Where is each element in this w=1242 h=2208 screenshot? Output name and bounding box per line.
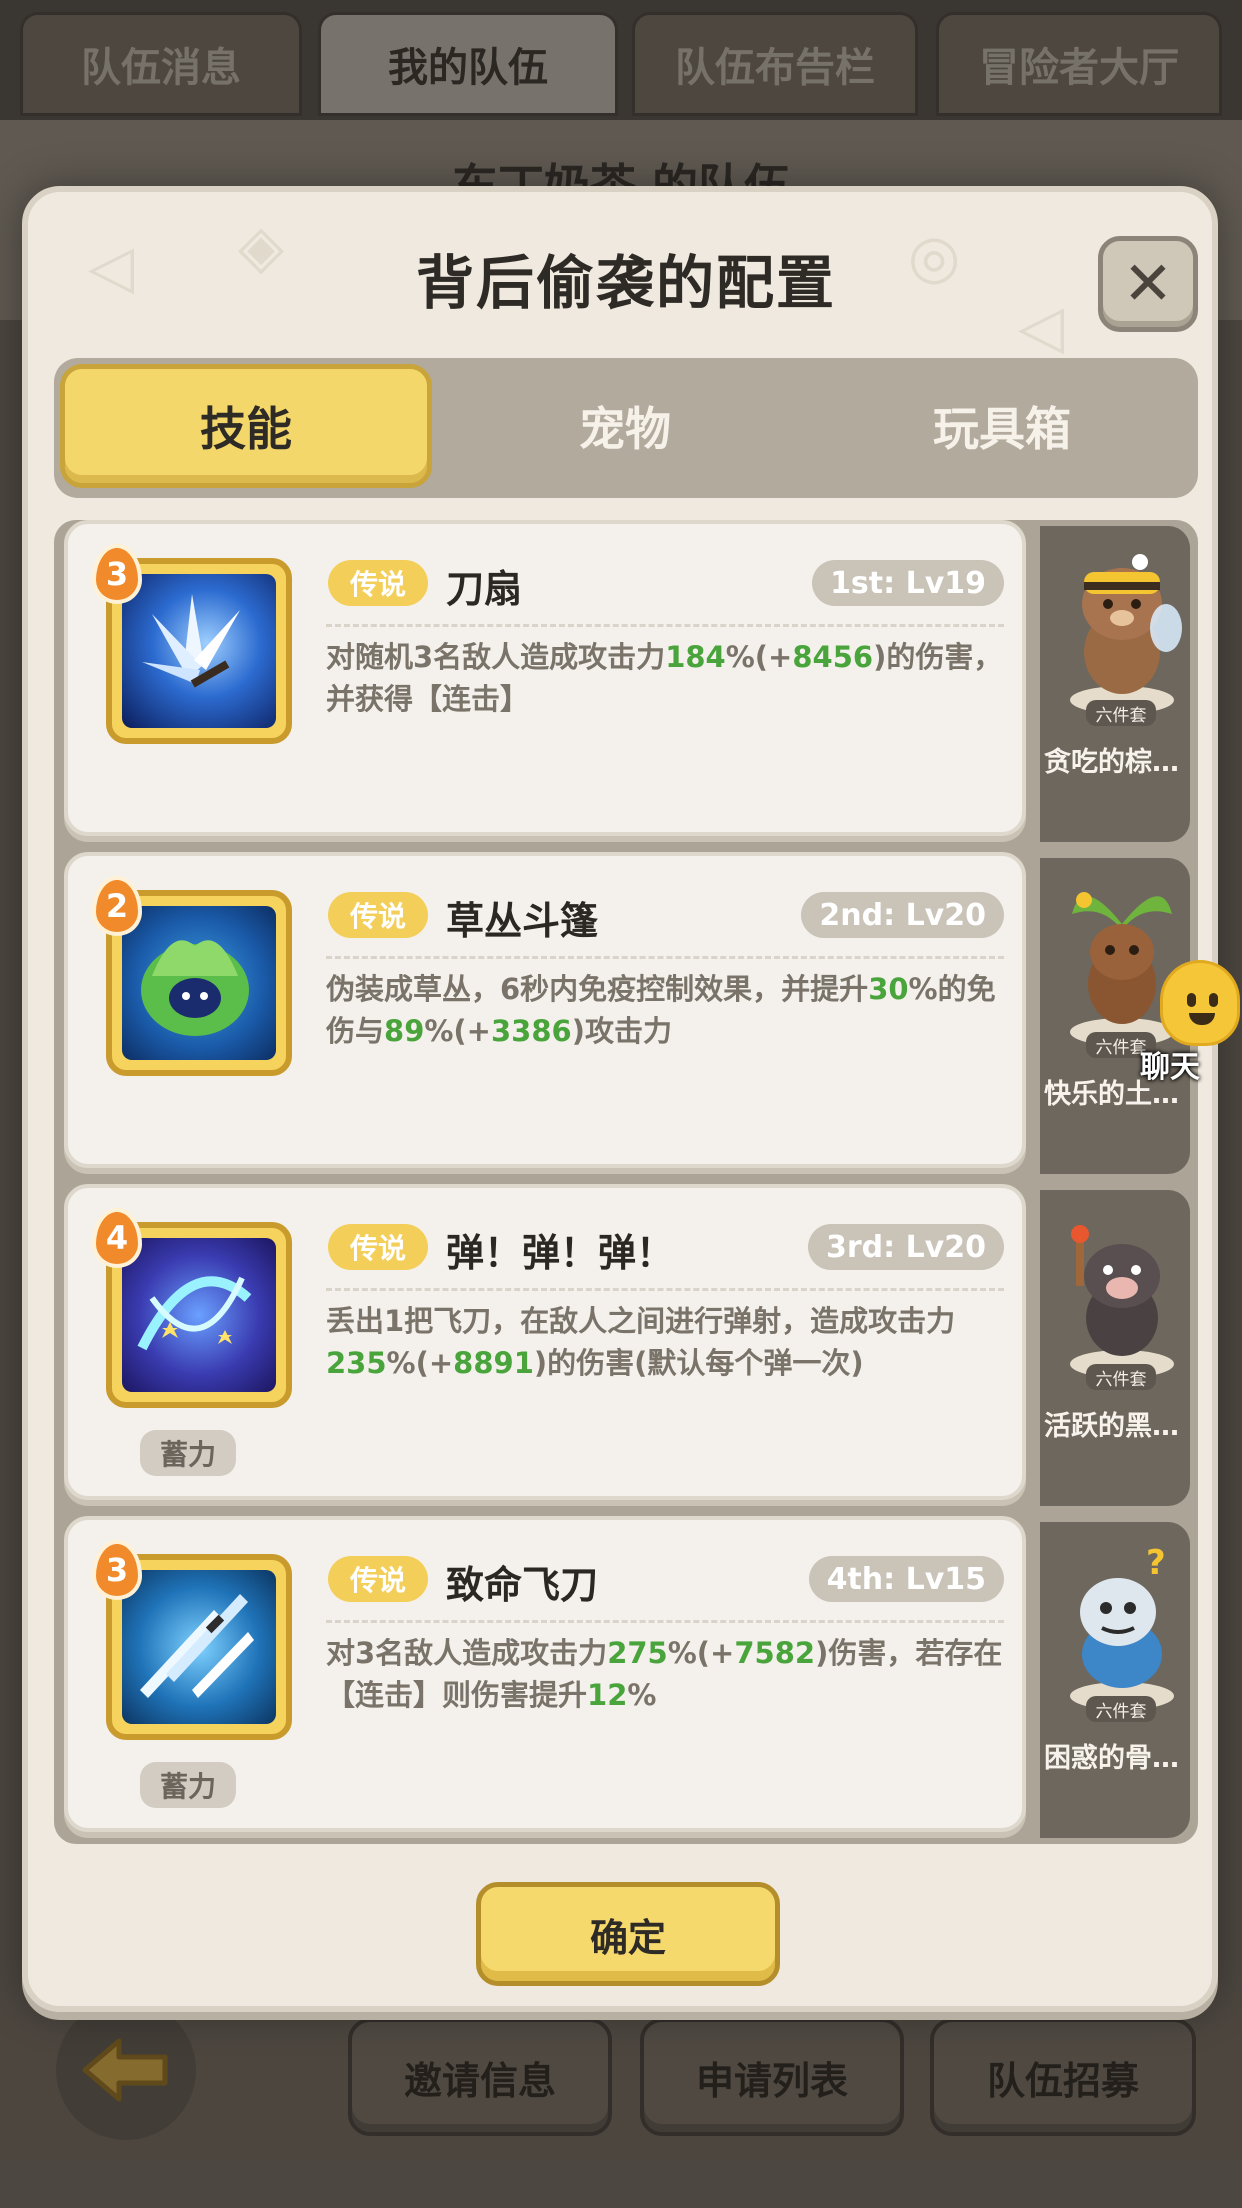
skill-description: 伪装成草丛，6秒内免疫控制效果，并提升30%的免伤与89%(+3386)攻击力 [326,972,996,1048]
skill-name: 致命飞刀 [446,1563,599,1607]
pet-set-tag: 六件套 [1086,1364,1156,1390]
rarity-badge: 传说 [328,1224,428,1270]
rarity-badge: 传说 [328,1556,428,1602]
skill-description: 对3名敌人造成攻击力275%(+7582)伤害，若存在【连击】则伤害提升12% [326,1636,1003,1712]
pet-name: 活跃的黑… [1044,1411,1179,1442]
divider [326,956,1004,959]
rarity-badge: 传说 [328,892,428,938]
tab-skills[interactable]: 技能 [60,364,432,488]
pet-slot[interactable]: 六件套 活跃的黑… [1040,1190,1190,1506]
skill-description: 丢出1把飞刀，在敌人之间进行弹射，造成攻击力235%(+8891)的伤害(默认每… [326,1304,956,1380]
slot-level-badge: 2nd: Lv20 [801,892,1004,938]
skill-card[interactable]: 2 传说 草丛斗篷 2nd: Lv20 伪装成草丛，6秒内免疫控制效果，并提升3… [64,852,1026,1168]
skill-level-badge: 3 [92,544,142,604]
skill-level-badge: 3 [92,1540,142,1600]
skill-card[interactable]: 3 蓄力 传说 致命飞刀 4th: Lv15 对3名敌人造成攻击力275%(+7… [64,1516,1026,1832]
skill-config-modal: ◁ ◈ ◎ ◁ 背后偷袭的配置 ✕ 技能 宠物 玩具箱 3 传说 刀扇 1st:… [22,186,1218,2012]
chat-button[interactable]: 聊天 [1110,960,1242,1085]
skill-name: 草丛斗篷 [446,899,599,943]
pet-slot[interactable]: 六件套 贪吃的棕… [1040,526,1190,842]
boar-pet-icon [1070,1225,1174,1378]
charge-tag: 蓄力 [140,1430,236,1476]
bouncing-knife-skill-icon [122,1238,276,1392]
slot-level-badge: 4th: Lv15 [808,1556,1004,1602]
divider [326,1288,1004,1291]
dino-pet-icon: ? [1070,1543,1174,1710]
rarity-badge: 传说 [328,560,428,606]
pet-name: 困惑的骨… [1044,1743,1179,1774]
tab-pets[interactable]: 宠物 [444,364,806,488]
tab-toy-box[interactable]: 玩具箱 [816,364,1188,488]
skill-level-badge: 2 [92,876,142,936]
skill-card[interactable]: 4 蓄力 传说 弹！弹！弹！ 3rd: Lv20 丢出1把飞刀，在敌人之间进行弹… [64,1184,1026,1500]
pet-name: 贪吃的棕… [1044,747,1179,778]
skill-description: 对随机3名敌人造成攻击力184%(+8456)的伤害，并获得【连击】 [326,640,1003,716]
slot-level-badge: 1st: Lv19 [812,560,1004,606]
close-x-icon: ✕ [1122,249,1174,319]
skill-name: 刀扇 [446,567,523,611]
chat-smiley-icon [1160,960,1240,1046]
chat-label: 聊天 [1140,1050,1200,1085]
slot-level-badge: 3rd: Lv20 [807,1224,1004,1270]
charge-tag: 蓄力 [140,1762,236,1808]
divider [326,624,1004,627]
deadly-knife-skill-icon [122,1570,276,1724]
pet-set-tag: 六件套 [1086,1696,1156,1722]
close-button[interactable]: ✕ [1098,236,1198,332]
pet-slot[interactable]: ? 六件套 困惑的骨… [1040,1522,1190,1838]
bee-bear-pet-icon [1070,554,1182,714]
config-tab-bar: 技能 宠物 玩具箱 [54,358,1198,498]
pet-set-tag: 六件套 [1086,700,1156,726]
skill-name: 弹！弹！弹！ [446,1231,675,1275]
skill-list: 3 传说 刀扇 1st: Lv19 对随机3名敌人造成攻击力184%(+8456… [54,520,1198,1844]
modal-title: 背后偷袭的配置 [415,249,836,317]
skill-level-badge: 4 [92,1208,142,1268]
grass-cloak-skill-icon [122,906,276,1060]
svg-text:?: ? [1146,1543,1166,1583]
skill-card[interactable]: 3 传说 刀扇 1st: Lv19 对随机3名敌人造成攻击力184%(+8456… [64,520,1026,836]
blade-fan-skill-icon [122,574,276,728]
divider [326,1620,1004,1623]
confirm-button[interactable]: 确定 [476,1882,780,1986]
